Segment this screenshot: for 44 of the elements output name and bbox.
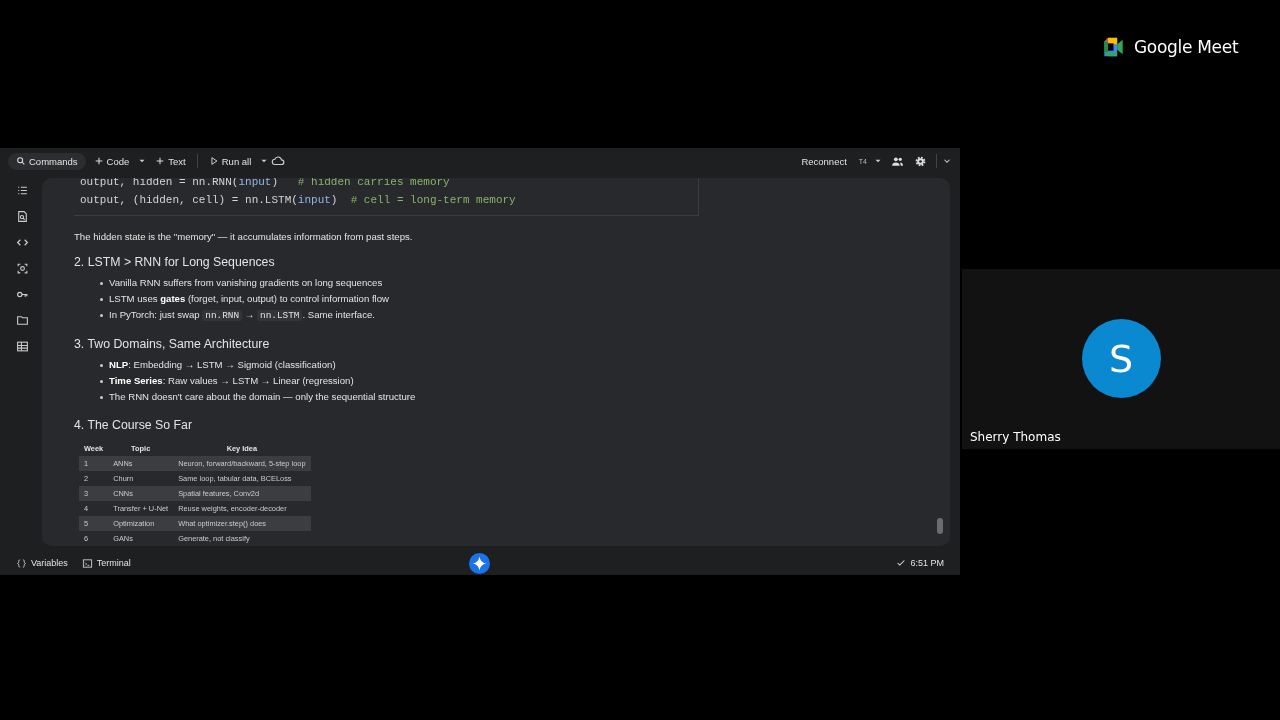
section-heading: 4. The Course So Far [74,418,192,432]
paragraph-text: The hidden state is the "memory" — it accumulates information from past steps. [74,231,413,242]
variables-button[interactable]: Variables [16,557,68,569]
section-heading: 2. LSTM > RNN for Long Sequences [74,255,275,269]
bullet-dot [100,281,103,285]
play-icon [208,156,219,166]
add-button[interactable]: Code [87,152,136,170]
bullet-item: NLP: Embedding → LSTM → Sigmoid (classification) [109,358,336,372]
bullet-dot [100,395,103,399]
avatar: S [1081,319,1161,398]
bullet-dot [100,379,103,383]
terminal-icon [81,557,93,569]
participant-name: Sherry Thomas [970,430,1061,444]
run-all-button[interactable]: Run all [202,152,258,170]
bullet-item: LSTM uses gates (forget, input, output) to control information flow [109,292,389,306]
bullet-dot [100,314,103,317]
cloud-icon[interactable] [271,154,286,168]
time-label: 6:51 PM [910,558,944,568]
search-icon [16,156,26,166]
bullet-dot [100,297,103,301]
sparkle-button-icon[interactable] [469,553,490,574]
bullet-item: Vanilla RNN suffers from vanishing gradients on long sequences [109,276,383,290]
section-heading: 3. Two Domains, Same Architecture [74,337,270,351]
code-line: output, hidden = nn.RNN(input) # hidden carries memory [80,178,450,190]
brand-name: Google Meet [1134,37,1239,57]
braces-icon [16,557,27,569]
settings-icon[interactable] [914,154,927,168]
bullet-item: Time Series: Raw values → LSTM → Linear (regression) [109,374,354,388]
bullet-item: In PyTorch: just swap nn.RNN → nn.LSTM . Same interface. [109,308,375,323]
variables-icon[interactable] [15,262,29,275]
terminal-button[interactable]: Terminal [81,557,131,569]
reconnect-button[interactable]: Reconnect [795,152,853,170]
table-icon[interactable] [15,340,29,353]
bullet-dot [100,363,103,367]
plus-icon [93,156,104,166]
plus-icon [155,156,166,166]
code-line: output, (hidden, cell) = nn.LSTM(input) # cell = long-term memory [80,193,516,208]
table-of-contents-icon[interactable] [15,184,29,197]
find-icon[interactable] [15,210,29,223]
scrollbar-thumb[interactable] [937,518,943,534]
bullet-item: The RNN doesn't care about the domain — only the sequential structure [109,390,416,404]
add-button[interactable]: Text [149,152,192,170]
commands-button[interactable]: Commands [8,152,86,170]
folder-icon[interactable] [15,314,29,327]
